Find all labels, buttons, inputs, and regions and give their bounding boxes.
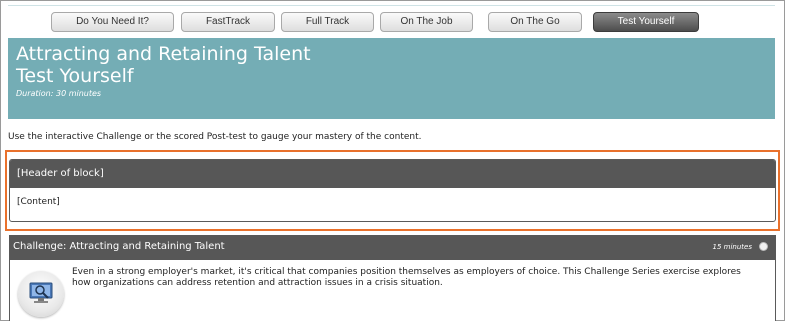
challenge-description: Even in a strong employer's market, it's… <box>72 267 741 288</box>
tab-full-track[interactable]: Full Track <box>281 12 374 32</box>
challenge-title[interactable]: Challenge: Attracting and Retaining Tale… <box>13 241 225 252</box>
tab-do-you-need-it[interactable]: Do You Need It? <box>51 12 174 32</box>
page-banner: Attracting and Retaining Talent Test You… <box>8 38 775 119</box>
tab-fasttrack[interactable]: FastTrack <box>181 12 275 32</box>
page-subtitle: Test Yourself <box>16 65 134 87</box>
magnifier-monitor-icon[interactable] <box>18 271 64 317</box>
challenge-item: Challenge: Attracting and Retaining Tale… <box>9 235 776 321</box>
tab-test-yourself[interactable]: Test Yourself <box>593 12 699 32</box>
challenge-header[interactable]: Challenge: Attracting and Retaining Tale… <box>9 235 776 260</box>
top-divider <box>8 5 775 6</box>
tab-bar: Do You Need It? FastTrack Full Track On … <box>0 12 785 34</box>
block-header: [Header of block] <box>10 160 775 188</box>
radio-button[interactable] <box>759 242 768 251</box>
challenge-body: Even in a strong employer's market, it's… <box>9 260 776 321</box>
page-title: Attracting and Retaining Talent <box>16 43 311 65</box>
content-block: [Header of block] [Content] <box>9 159 776 222</box>
duration-label: Duration: 30 minutes <box>16 89 102 98</box>
intro-text: Use the interactive Challenge or the sco… <box>8 132 422 142</box>
challenge-time: 15 minutes <box>712 243 752 251</box>
block-content: [Content] <box>17 197 60 207</box>
tab-on-the-job[interactable]: On The Job <box>380 12 473 32</box>
tab-on-the-go[interactable]: On The Go <box>488 12 582 32</box>
